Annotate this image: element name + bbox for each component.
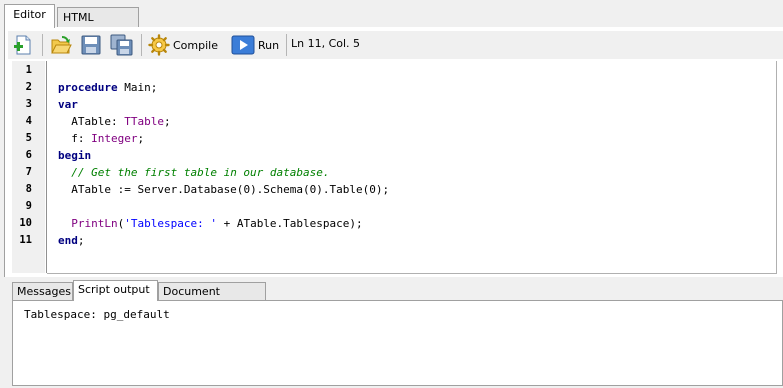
line-number: 9 [25, 200, 32, 212]
code-line: end; [58, 234, 85, 247]
tab-editor[interactable]: Editor [4, 4, 55, 28]
cursor-position-status: Ln 11, Col. 5 [291, 37, 361, 50]
tab-script-output[interactable]: Script output [73, 280, 158, 301]
compile-button[interactable]: Compile [148, 33, 218, 57]
code-line: ATable: TTable; [58, 115, 171, 128]
line-number: 11 [19, 234, 32, 246]
code-line: PrintLn('Tablespace: ' + ATable.Tablespa… [71, 217, 363, 230]
code-line: f: Integer; [58, 132, 145, 145]
save-disk-icon [81, 35, 101, 55]
gear-icon [148, 34, 170, 56]
code-line: var [58, 98, 78, 111]
save-all-button[interactable] [110, 33, 134, 57]
tab-document-settings[interactable]: Document settings [158, 282, 266, 315]
toolbar: Compile Run [8, 31, 783, 59]
new-button[interactable] [12, 33, 34, 57]
tab-messages[interactable]: Messages [12, 282, 73, 300]
code-line: ATable := Server.Database(0).Schema(0).T… [58, 183, 390, 196]
save-button[interactable] [80, 33, 102, 57]
tab-html-output[interactable]: HTML output [57, 7, 139, 43]
code-line: procedure Main; [58, 81, 158, 94]
line-number: 2 [25, 81, 32, 93]
bottom-panel: Messages Script output Document settings… [10, 280, 783, 388]
line-number: 7 [25, 166, 32, 178]
line-number: 10 [19, 217, 32, 229]
toolbar-separator [42, 34, 43, 56]
code-line: begin [58, 149, 92, 162]
compile-label: Compile [173, 38, 218, 52]
line-number: 5 [25, 132, 32, 144]
output-text: Tablespace: pg_default [24, 308, 170, 321]
code-line: // Get the first table in our database. [71, 166, 330, 179]
save-all-icon [110, 34, 133, 56]
run-button[interactable]: Run [231, 33, 279, 57]
play-icon [231, 35, 255, 55]
line-number: 3 [25, 98, 32, 110]
line-number: 6 [25, 149, 32, 161]
line-number: 1 [25, 64, 32, 76]
script-output-area[interactable]: Tablespace: pg_default [12, 300, 783, 386]
open-button[interactable] [50, 33, 72, 57]
new-file-icon [14, 35, 31, 55]
run-label: Run [258, 38, 280, 52]
top-tab-bar: Editor HTML output [0, 0, 783, 43]
open-folder-icon [51, 36, 72, 54]
toolbar-separator [286, 34, 287, 56]
toolbar-separator [141, 34, 142, 56]
line-number: 8 [25, 183, 32, 195]
line-number: 4 [25, 115, 32, 127]
